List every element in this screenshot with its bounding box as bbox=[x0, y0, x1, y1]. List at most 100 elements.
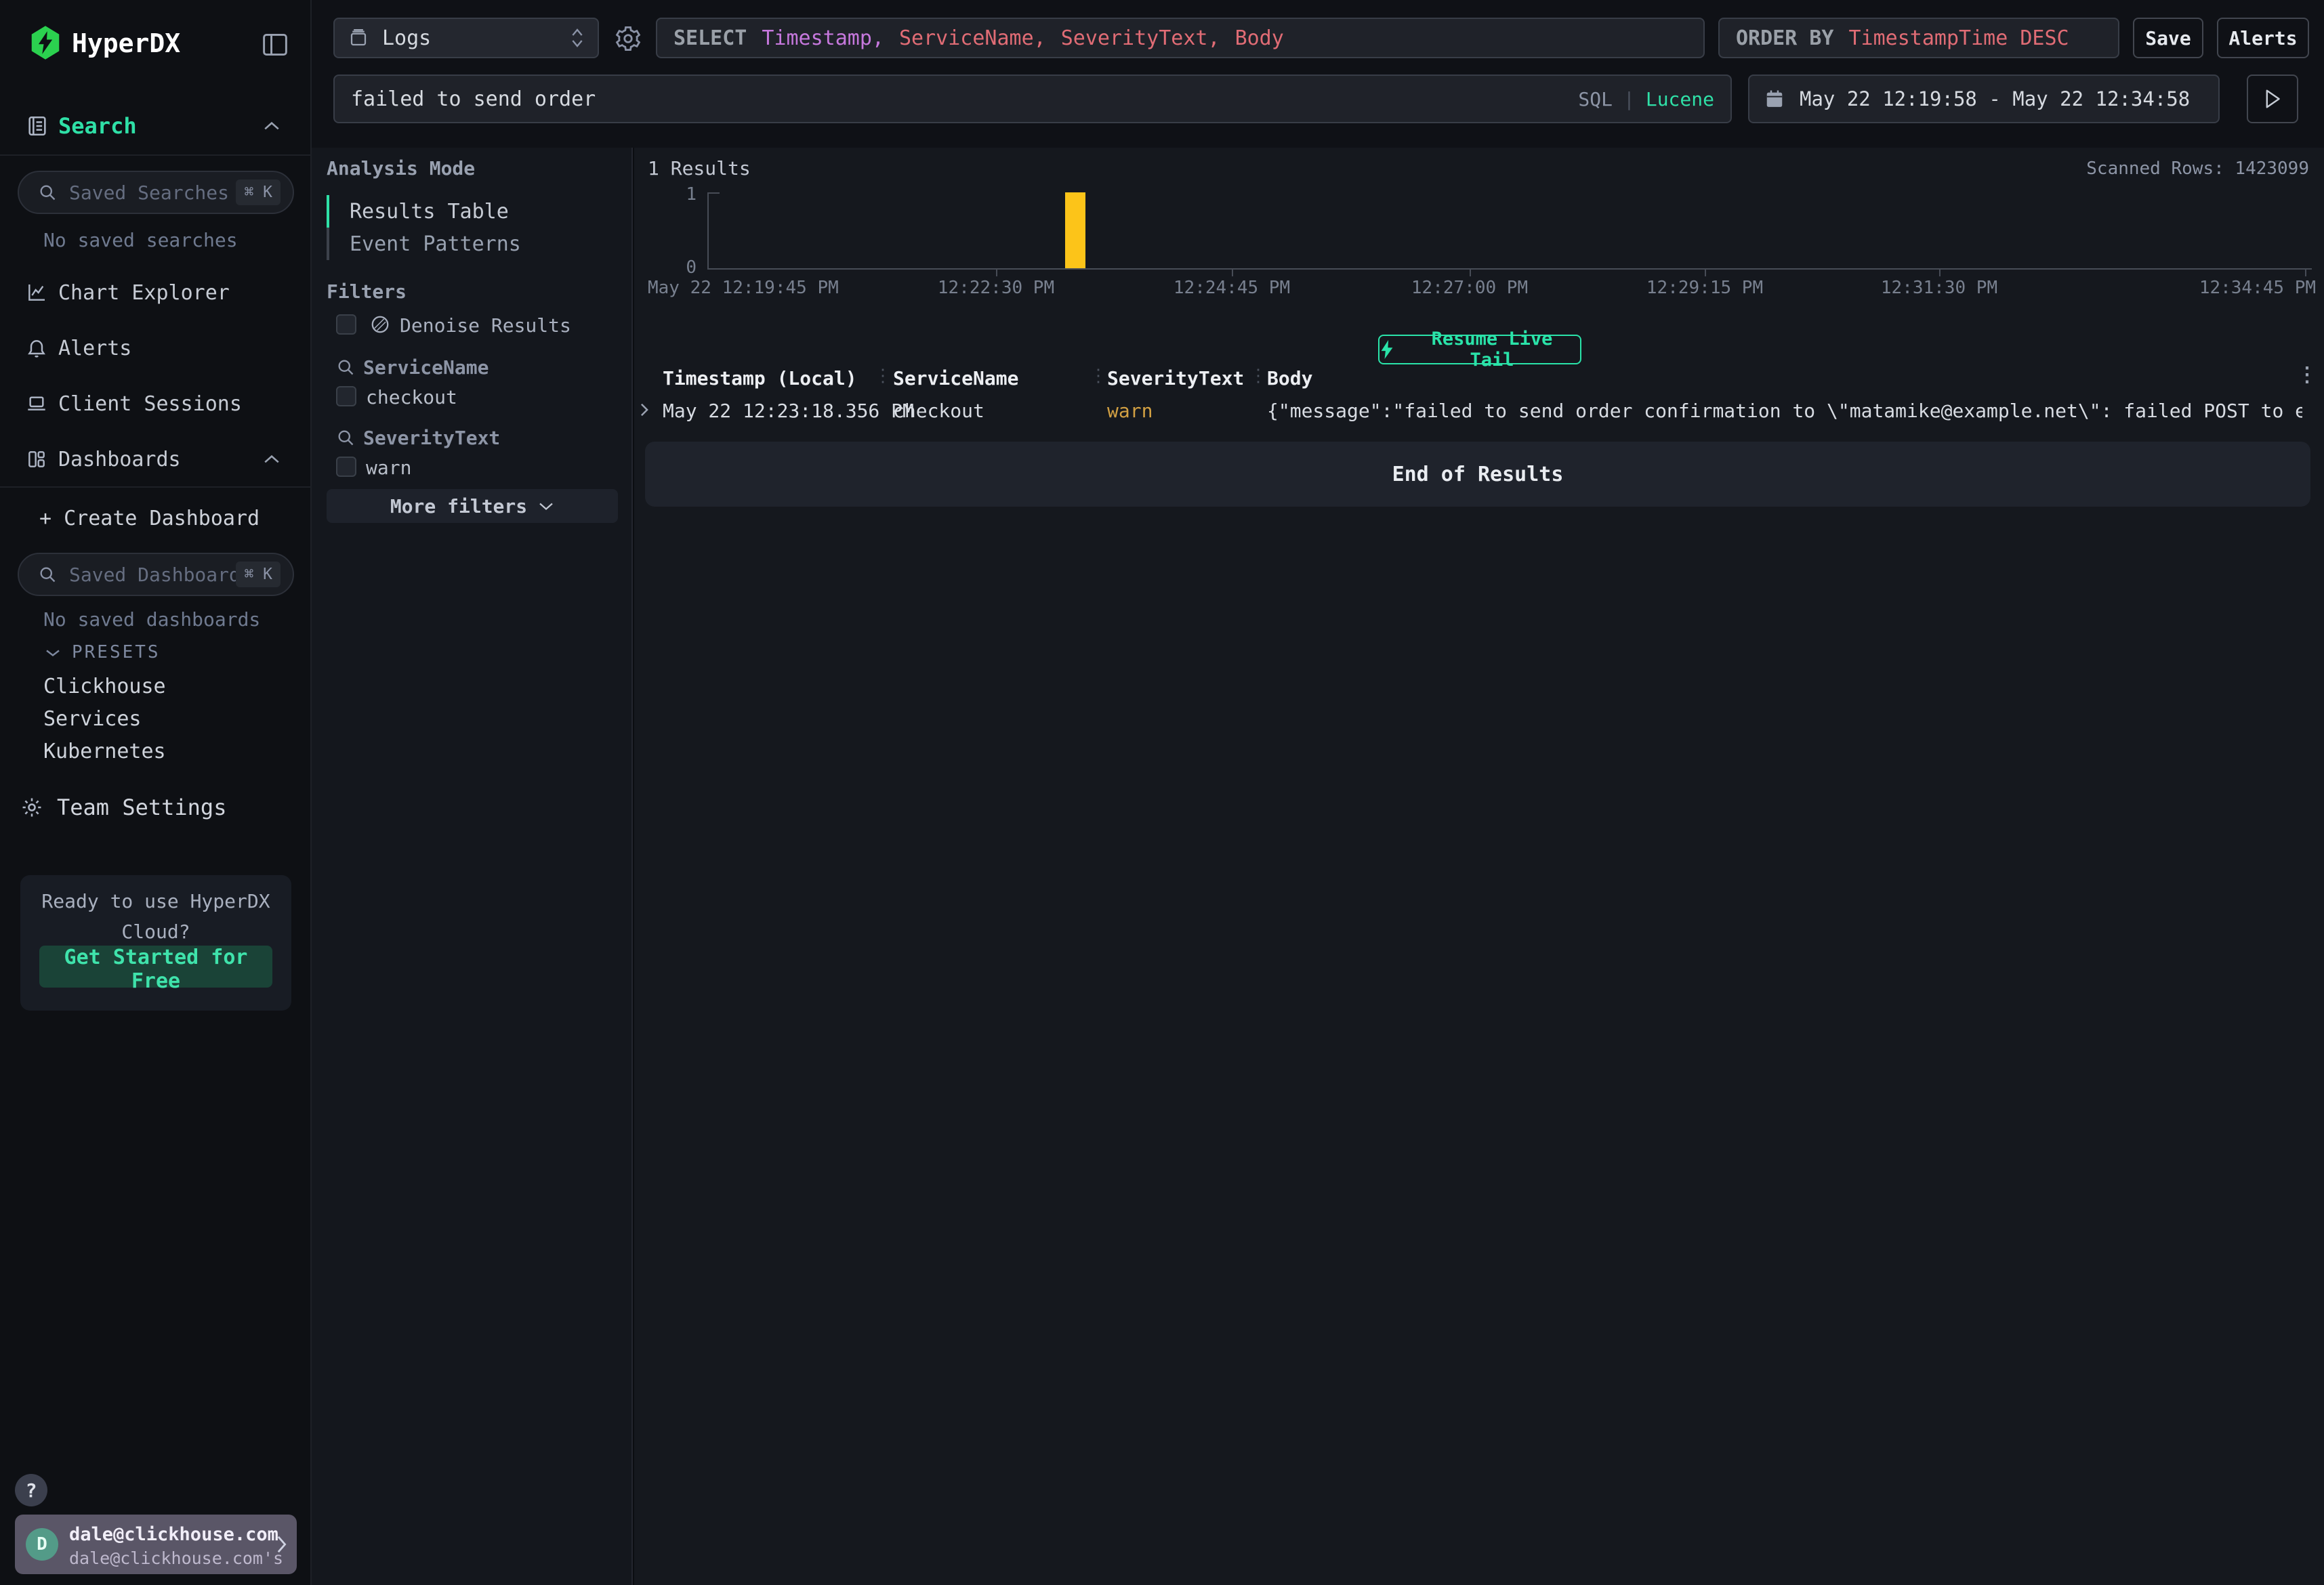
x-axis-line bbox=[707, 268, 2312, 270]
column-header-severitytext[interactable]: SeverityText bbox=[1107, 367, 1244, 389]
sidebar-item-dashboards[interactable]: Dashboards bbox=[0, 440, 310, 478]
select-query-input[interactable]: SELECT Timestamp, ServiceName, SeverityT… bbox=[656, 18, 1705, 58]
select-field: Body bbox=[1235, 26, 1284, 50]
create-dashboard-button[interactable]: + Create Dashboard bbox=[39, 507, 260, 530]
x-axis-tick bbox=[2305, 270, 2306, 276]
y-axis-line bbox=[707, 192, 709, 270]
sidebar-item-search[interactable]: Search bbox=[0, 107, 310, 145]
source-settings-gear-icon[interactable] bbox=[614, 24, 642, 53]
saved-searches-input[interactable]: Saved Searches ⌘ K bbox=[18, 171, 294, 214]
gear-icon bbox=[20, 796, 43, 819]
sidebar: HyperDX Search Saved Searches ⌘ K No sav… bbox=[0, 0, 312, 1585]
resume-live-tail-button[interactable]: Resume Live Tail bbox=[1378, 335, 1581, 364]
column-header-body[interactable]: Body bbox=[1267, 367, 1312, 389]
search-query-value: failed to send order bbox=[351, 87, 596, 111]
end-of-results-label: End of Results bbox=[1392, 463, 1564, 486]
column-separator[interactable]: ⋮ bbox=[1090, 366, 1107, 386]
collapse-sidebar-icon[interactable] bbox=[260, 31, 290, 58]
language-toggle-divider: | bbox=[1623, 88, 1635, 110]
filter-group-servicename: ServiceName bbox=[363, 356, 489, 379]
sidebar-item-client-sessions[interactable]: Client Sessions bbox=[0, 385, 310, 423]
filter-checkbox-checkout[interactable] bbox=[336, 386, 356, 406]
row-servicename[interactable]: checkout bbox=[893, 400, 984, 422]
user-subtext: dale@clickhouse.com's bbox=[69, 1548, 283, 1568]
x-axis-tick bbox=[1470, 270, 1471, 276]
source-select[interactable]: Logs bbox=[333, 18, 599, 58]
preset-item-services[interactable]: Services bbox=[43, 707, 142, 731]
y-axis-tick-0: 0 bbox=[664, 257, 697, 278]
column-separator[interactable]: ⋮ bbox=[1249, 366, 1267, 386]
preset-item-kubernetes[interactable]: Kubernetes bbox=[43, 740, 166, 763]
row-body[interactable]: {"message":"failed to send order confirm… bbox=[1267, 400, 2302, 422]
cloud-promo-card: Ready to use HyperDX Cloud? Get Started … bbox=[20, 875, 291, 1011]
more-filters-label: More filters bbox=[390, 495, 527, 517]
promo-line2: Cloud? bbox=[20, 921, 291, 943]
sidebar-item-label: Chart Explorer bbox=[58, 281, 230, 305]
user-account-card[interactable]: D dale@clickhouse.com dale@clickhouse.co… bbox=[15, 1515, 297, 1574]
select-keyword: SELECT bbox=[673, 26, 747, 50]
column-separator[interactable]: ⋮ bbox=[874, 366, 892, 386]
help-button[interactable]: ? bbox=[15, 1474, 47, 1506]
order-by-input[interactable]: ORDER BY TimestampTime DESC bbox=[1718, 18, 2119, 58]
tab-results-table[interactable]: Results Table bbox=[327, 195, 611, 228]
select-field: Timestamp, bbox=[762, 26, 884, 50]
saved-searches-placeholder: Saved Searches bbox=[69, 182, 236, 204]
alerts-button[interactable]: Alerts bbox=[2217, 18, 2309, 58]
x-axis-label: 12:31:30 PM bbox=[1881, 278, 1997, 298]
play-icon bbox=[2264, 89, 2281, 109]
language-toggle-lucene[interactable]: Lucene bbox=[1646, 88, 1714, 110]
tab-event-patterns[interactable]: Event Patterns bbox=[327, 228, 611, 260]
search-icon bbox=[336, 358, 355, 377]
no-saved-dashboards-text: No saved dashboards bbox=[43, 608, 260, 631]
column-header-timestamp[interactable]: Timestamp (Local) bbox=[663, 367, 857, 389]
denoise-icon bbox=[370, 314, 390, 335]
line-chart-icon bbox=[26, 282, 47, 303]
dashboard-grid-icon bbox=[26, 448, 47, 470]
journal-icon bbox=[26, 114, 49, 138]
scanned-rows: Scanned Rows: 1423099 bbox=[2086, 158, 2309, 179]
user-email: dale@clickhouse.com bbox=[69, 1524, 278, 1545]
sidebar-divider bbox=[0, 486, 310, 488]
sidebar-item-label: Search bbox=[58, 113, 137, 139]
analysis-mode-heading: Analysis Mode bbox=[327, 157, 475, 179]
filter-option-warn[interactable]: warn bbox=[366, 457, 411, 479]
histogram-bar[interactable] bbox=[1065, 192, 1085, 268]
sidebar-item-team-settings[interactable]: Team Settings bbox=[0, 788, 310, 826]
filter-option-checkout[interactable]: checkout bbox=[366, 386, 457, 408]
run-query-button[interactable] bbox=[2247, 75, 2298, 123]
saved-dashboards-placeholder: Saved Dashboards bbox=[69, 564, 236, 586]
time-range-picker[interactable]: May 22 12:19:58 - May 22 12:34:58 bbox=[1748, 75, 2220, 123]
chevron-right-icon bbox=[275, 1535, 287, 1554]
sidebar-divider bbox=[0, 154, 310, 156]
save-button[interactable]: Save bbox=[2133, 18, 2203, 58]
chevron-up-icon bbox=[263, 454, 281, 465]
calendar-icon bbox=[1764, 89, 1785, 109]
preset-item-clickhouse[interactable]: Clickhouse bbox=[43, 675, 166, 698]
denoise-checkbox[interactable] bbox=[336, 314, 356, 335]
x-axis-label: 12:27:00 PM bbox=[1411, 278, 1528, 298]
search-icon bbox=[336, 428, 355, 447]
language-toggle-sql[interactable]: SQL bbox=[1578, 88, 1613, 110]
row-expand-chevron-icon[interactable] bbox=[640, 402, 649, 417]
get-started-button[interactable]: Get Started for Free bbox=[39, 946, 272, 988]
row-timestamp[interactable]: May 22 12:23:18.356 PM bbox=[663, 400, 914, 422]
search-query-input[interactable]: failed to send order SQL | Lucene bbox=[333, 75, 1732, 123]
laptop-icon bbox=[26, 393, 47, 415]
denoise-label[interactable]: Denoise Results bbox=[400, 314, 571, 337]
select-field: ServiceName, bbox=[899, 26, 1046, 50]
more-filters-button[interactable]: More filters bbox=[327, 489, 618, 523]
table-options-kebab-icon[interactable]: ⋮ bbox=[2297, 363, 2317, 387]
time-range-value: May 22 12:19:58 - May 22 12:34:58 bbox=[1800, 87, 2190, 110]
no-saved-searches-text: No saved searches bbox=[43, 229, 238, 251]
saved-dashboards-input[interactable]: Saved Dashboards ⌘ K bbox=[18, 553, 294, 596]
sidebar-item-alerts[interactable]: Alerts bbox=[0, 329, 310, 367]
x-axis-label: 12:22:30 PM bbox=[938, 278, 1054, 298]
row-severity[interactable]: warn bbox=[1107, 400, 1153, 422]
presets-toggle[interactable]: PRESETS bbox=[45, 642, 161, 662]
end-of-results-strip: End of Results bbox=[645, 442, 2310, 507]
x-axis-tick bbox=[1939, 270, 1941, 276]
sidebar-item-chart-explorer[interactable]: Chart Explorer bbox=[0, 274, 310, 312]
column-header-servicename[interactable]: ServiceName bbox=[893, 367, 1018, 389]
chevron-down-icon bbox=[538, 501, 554, 511]
filter-checkbox-warn[interactable] bbox=[336, 457, 356, 477]
